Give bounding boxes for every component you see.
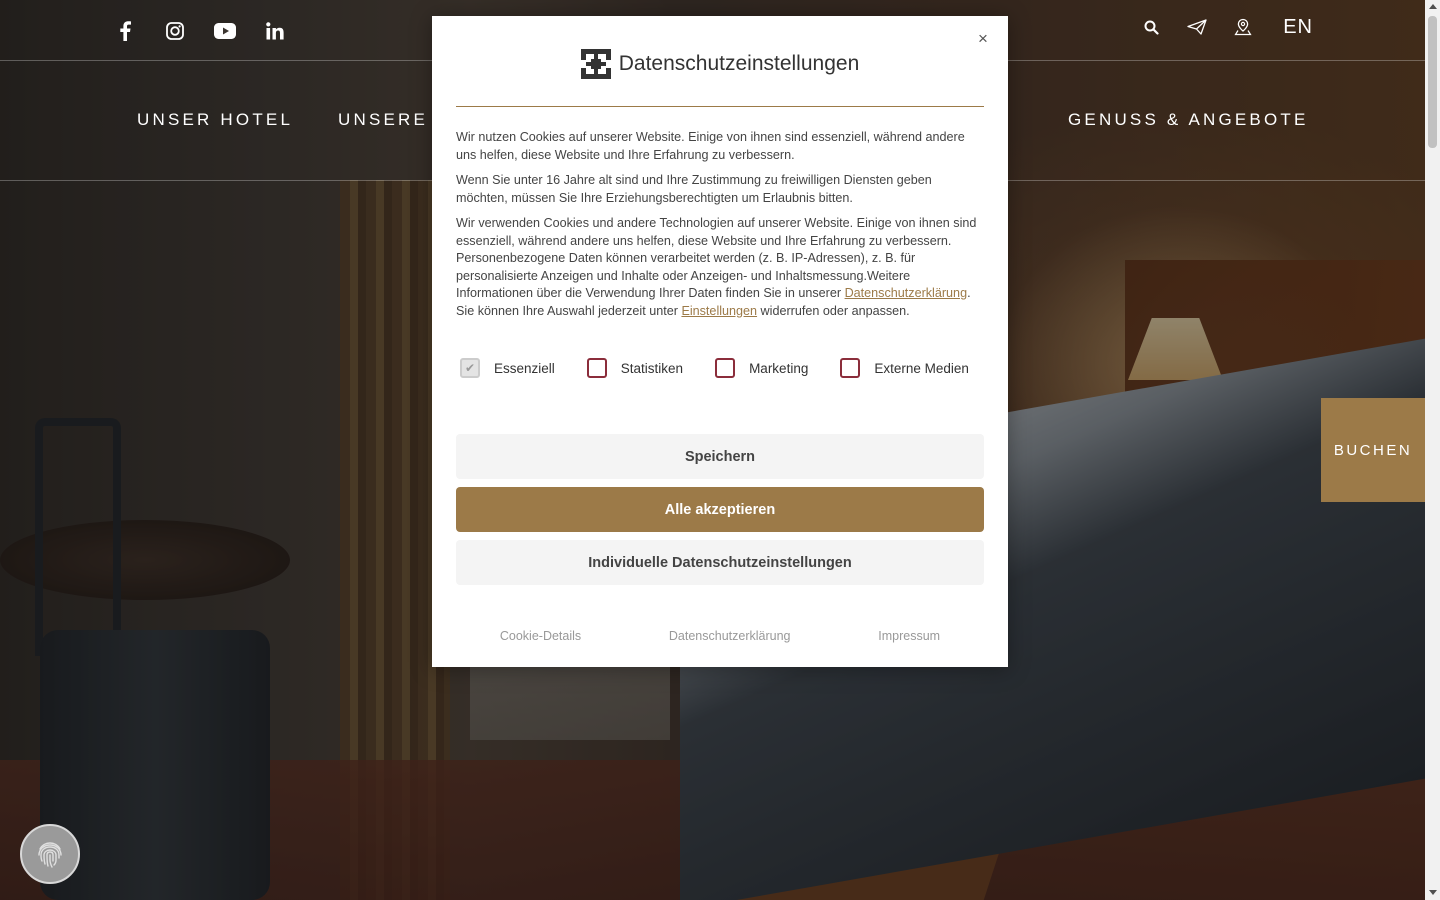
checkbox-statistiken[interactable]: Statistiken bbox=[586, 358, 683, 378]
privacy-policy-footer-link[interactable]: Datenschutzerklärung bbox=[669, 629, 791, 643]
language-switch[interactable]: EN bbox=[1283, 16, 1313, 39]
page-scrollbar[interactable] bbox=[1425, 0, 1440, 900]
privacy-settings-dialog: × Datenschutzeinstellungen Wir nutzen Co… bbox=[432, 16, 1008, 667]
nav-item-genuss-angebote[interactable]: GENUSS & ANGEBOTE bbox=[1068, 110, 1309, 130]
dialog-paragraph: Wenn Sie unter 16 Jahre alt sind und Ihr… bbox=[456, 173, 932, 205]
scroll-thumb[interactable] bbox=[1428, 16, 1437, 148]
location-pin-icon[interactable] bbox=[1231, 14, 1255, 40]
page: EN UNSER HOTEL UNSERE Z GENUSS & ANGEBOT… bbox=[0, 0, 1440, 900]
linkedin-icon[interactable] bbox=[262, 18, 288, 44]
checkbox-externe-medien[interactable]: Externe Medien bbox=[840, 358, 969, 378]
checkbox-marketing[interactable]: Marketing bbox=[715, 358, 808, 378]
checkbox-externe-medien-box[interactable] bbox=[840, 358, 861, 378]
paper-plane-icon[interactable] bbox=[1185, 14, 1209, 40]
dialog-title: Datenschutzeinstellungen bbox=[618, 52, 860, 75]
dialog-footer-links: Cookie-Details Datenschutzerklärung Impr… bbox=[456, 629, 984, 643]
search-icon[interactable] bbox=[1139, 14, 1163, 40]
scroll-up-arrow[interactable] bbox=[1429, 4, 1437, 9]
individual-settings-button[interactable]: Individuelle Datenschutzeinstellungen bbox=[456, 540, 984, 585]
imprint-link[interactable]: Impressum bbox=[878, 629, 940, 643]
consent-checkboxes: ✔ Essenziell Statistiken Marketing Exter… bbox=[460, 358, 969, 378]
checkbox-essenziell: ✔ Essenziell bbox=[460, 358, 555, 378]
privacy-policy-link[interactable]: Datenschutzerklärung bbox=[845, 286, 968, 300]
dialog-paragraph: Wir verwenden Cookies und andere Technol… bbox=[456, 216, 977, 318]
dialog-paragraph: Wir nutzen Cookies auf unserer Website. … bbox=[456, 130, 965, 162]
checkbox-essenziell-box: ✔ bbox=[460, 358, 480, 378]
accept-all-button[interactable]: Alle akzeptieren bbox=[456, 487, 984, 532]
privacy-settings-button[interactable] bbox=[20, 824, 80, 884]
dialog-header: Datenschutzeinstellungen bbox=[456, 48, 984, 107]
cookie-details-link[interactable]: Cookie-Details bbox=[500, 629, 581, 643]
checkbox-statistiken-box[interactable] bbox=[586, 358, 607, 378]
nav-item-unser-hotel[interactable]: UNSER HOTEL bbox=[137, 110, 293, 130]
dialog-body: Wir nutzen Cookies auf unserer Website. … bbox=[456, 129, 984, 328]
hotel-logo-icon bbox=[580, 49, 611, 79]
settings-link[interactable]: Einstellungen bbox=[681, 304, 757, 318]
save-button[interactable]: Speichern bbox=[456, 434, 984, 479]
social-links bbox=[112, 18, 288, 44]
checkbox-marketing-box[interactable] bbox=[715, 358, 736, 378]
instagram-icon[interactable] bbox=[162, 18, 188, 44]
header-tools: EN bbox=[1139, 14, 1313, 40]
fingerprint-icon bbox=[38, 842, 62, 868]
youtube-icon[interactable] bbox=[212, 18, 238, 44]
facebook-icon[interactable] bbox=[112, 18, 138, 44]
scroll-down-arrow[interactable] bbox=[1429, 890, 1437, 895]
book-button[interactable]: BUCHEN bbox=[1321, 398, 1425, 502]
close-icon[interactable]: × bbox=[974, 29, 992, 48]
